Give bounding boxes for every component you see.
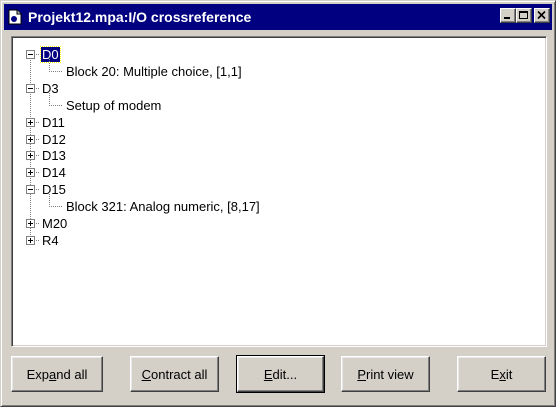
collapse-toggle-icon[interactable] <box>26 83 35 93</box>
close-button[interactable] <box>534 8 550 23</box>
expand-toggle-icon[interactable] <box>26 168 35 178</box>
tree-node[interactable]: D14 <box>41 164 67 181</box>
expand-toggle-icon[interactable] <box>26 235 35 245</box>
expand-toggle-icon[interactable] <box>26 151 35 161</box>
expand-all-label-rest: nd all <box>56 366 88 382</box>
edit-button[interactable]: Edit... <box>236 355 325 393</box>
expand-all-accelerator: a <box>49 366 57 382</box>
tree-node-label[interactable]: D15 <box>41 182 67 197</box>
tree-child-node[interactable]: Block 20: Multiple choice, [1,1] <box>65 63 243 80</box>
document-app-icon <box>7 9 23 25</box>
tree-node-label[interactable]: D11 <box>41 115 66 130</box>
minimize-icon <box>504 17 510 19</box>
tree-child-node[interactable]: Block 321: Analog numeric, [8,17] <box>65 198 261 215</box>
tree-node[interactable]: D12 <box>41 131 67 148</box>
crossreference-tree[interactable]: D0 Block 20: Multiple choice, [1,1] D3 Setu… <box>11 36 547 347</box>
title-bar[interactable]: Projekt12.mpa:I/O crossreference <box>4 4 552 30</box>
expand-all-button[interactable]: Exp a nd all <box>11 356 103 392</box>
print-view-accelerator: P <box>357 366 366 382</box>
exit-label-rest: it <box>505 366 513 382</box>
expand-toggle-icon[interactable] <box>26 134 35 144</box>
contract-all-accelerator: C <box>141 366 151 382</box>
edit-label-rest: dit... <box>272 366 298 382</box>
tree-node-label[interactable]: D0 <box>40 46 61 63</box>
tree-node[interactable]: M20 <box>41 215 68 232</box>
tree-node[interactable]: D15 <box>41 181 67 198</box>
tree-node[interactable]: D13 <box>41 147 67 164</box>
tree-child-label[interactable]: Setup of modem <box>65 98 162 113</box>
minimize-button[interactable] <box>500 8 516 23</box>
tree-connector <box>49 70 63 72</box>
tree-connector <box>49 192 50 207</box>
close-icon <box>537 11 546 20</box>
contract-all-button[interactable]: Contract all <box>130 356 219 392</box>
exit-button[interactable]: Ex it <box>457 356 546 392</box>
tree-child-label[interactable]: Block 321: Analog numeric, [8,17] <box>65 199 261 214</box>
io-crossreference-window: Projekt12.mpa:I/O crossreference D0 Block… <box>0 0 556 407</box>
tree-root-connector <box>30 54 31 240</box>
tree-child-node[interactable]: Setup of modem <box>65 97 162 114</box>
tree-node[interactable]: D3 <box>41 80 60 97</box>
maximize-icon <box>519 11 528 19</box>
tree-node-label[interactable]: D14 <box>41 165 67 180</box>
print-view-button[interactable]: Print view <box>341 356 430 392</box>
tree-node-label[interactable]: R4 <box>41 233 60 248</box>
tree-node-label[interactable]: D3 <box>41 81 60 96</box>
print-view-label-rest: rint view <box>365 366 414 382</box>
tree-child-label[interactable]: Block 20: Multiple choice, [1,1] <box>65 64 243 79</box>
expand-toggle-icon[interactable] <box>26 219 35 228</box>
tree-node-label[interactable]: M20 <box>41 216 68 231</box>
tree-node[interactable]: D0 <box>40 46 61 63</box>
tree-connector <box>49 56 50 71</box>
expand-toggle-icon[interactable] <box>26 117 35 127</box>
contract-all-label-rest: ontract all <box>151 366 208 382</box>
tree-connector <box>49 104 63 106</box>
caption-buttons <box>500 8 550 23</box>
maximize-button[interactable] <box>516 8 532 23</box>
tree-node-label[interactable]: D13 <box>41 148 67 163</box>
collapse-toggle-icon[interactable] <box>26 185 35 195</box>
tree-connector <box>49 90 50 105</box>
tree-node-label[interactable]: D12 <box>41 132 67 147</box>
edit-accelerator: E <box>263 366 273 382</box>
expand-all-label: Exp <box>26 366 50 382</box>
tree-node[interactable]: D11 <box>41 114 66 131</box>
window-title: Projekt12.mpa:I/O crossreference <box>28 9 252 25</box>
collapse-toggle-icon[interactable] <box>26 50 35 59</box>
tree-connector <box>49 206 63 208</box>
tree-node[interactable]: R4 <box>41 232 60 249</box>
exit-label: E <box>490 366 500 382</box>
